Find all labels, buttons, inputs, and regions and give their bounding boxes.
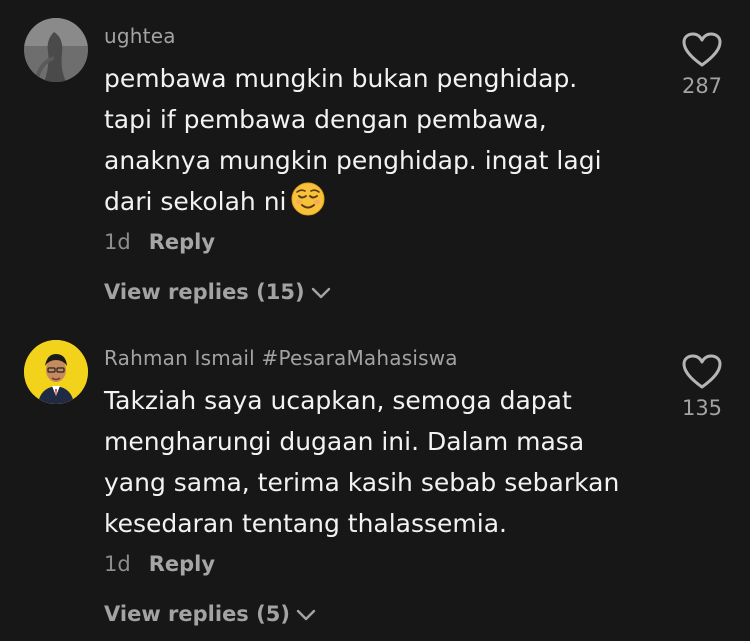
heart-icon bbox=[672, 354, 732, 394]
comment-item: Rahman Ismail #PesaraMahasiswa Takziah s… bbox=[0, 0, 750, 641]
view-replies-button[interactable]: View replies (5) bbox=[104, 602, 316, 627]
reply-button[interactable]: Reply bbox=[149, 552, 215, 576]
like-count: 135 bbox=[681, 396, 723, 420]
comment-age: 1d bbox=[104, 552, 131, 576]
view-replies-label: View replies (5) bbox=[104, 602, 290, 626]
avatar[interactable] bbox=[24, 340, 88, 404]
comment-meta: 1d Reply bbox=[104, 552, 215, 576]
chevron-down-icon bbox=[296, 603, 316, 627]
comment-username[interactable]: Rahman Ismail #PesaraMahasiswa bbox=[104, 346, 458, 370]
comment-text: Takziah saya ucapkan, semoga dapat mengh… bbox=[104, 386, 620, 538]
like-button[interactable]: 135 bbox=[672, 354, 732, 420]
